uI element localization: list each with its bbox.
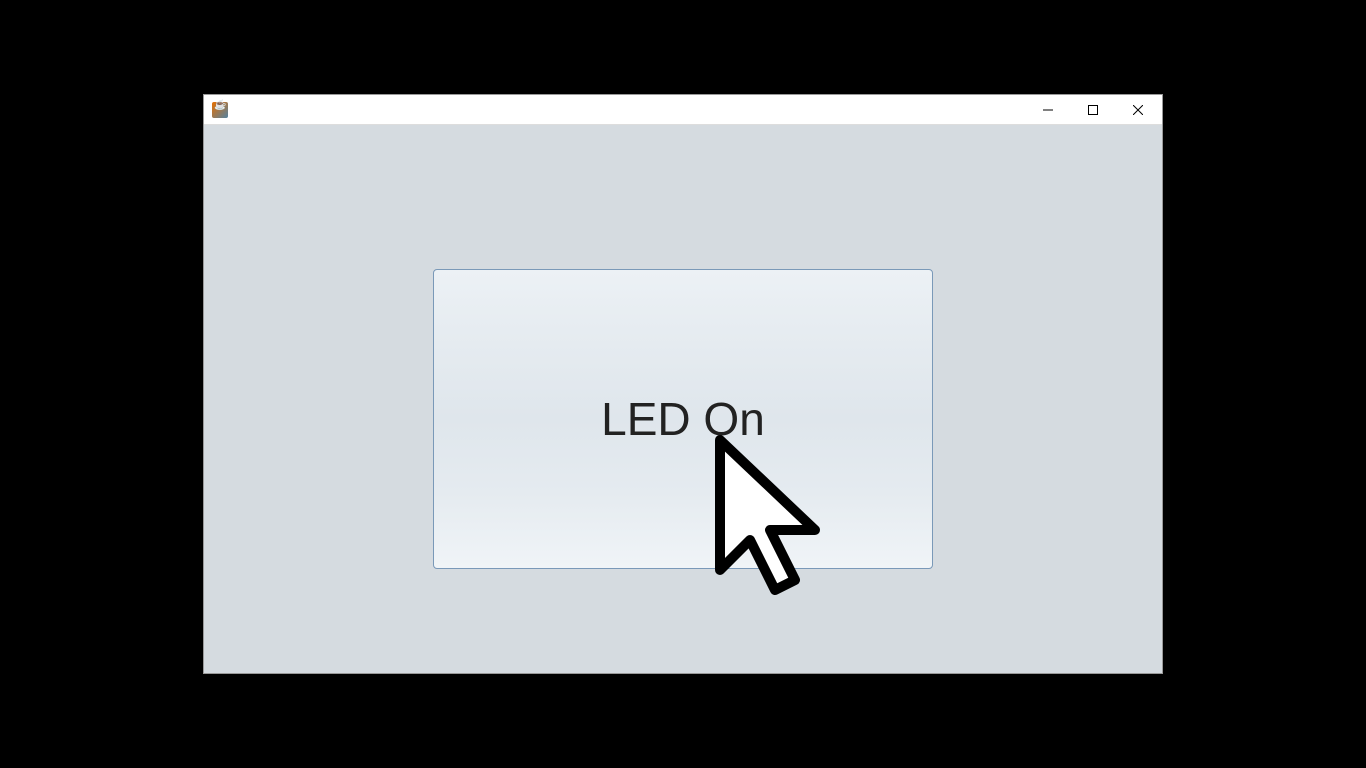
close-icon	[1133, 105, 1143, 115]
maximize-button[interactable]	[1070, 95, 1115, 124]
window-controls	[1025, 95, 1160, 124]
maximize-icon	[1088, 105, 1098, 115]
led-on-button[interactable]: LED On	[433, 269, 933, 569]
close-button[interactable]	[1115, 95, 1160, 124]
app-window: LED On	[203, 94, 1163, 674]
titlebar	[204, 95, 1162, 125]
java-icon	[212, 102, 228, 118]
minimize-icon	[1043, 105, 1053, 115]
window-content: LED On	[204, 125, 1162, 673]
minimize-button[interactable]	[1025, 95, 1070, 124]
